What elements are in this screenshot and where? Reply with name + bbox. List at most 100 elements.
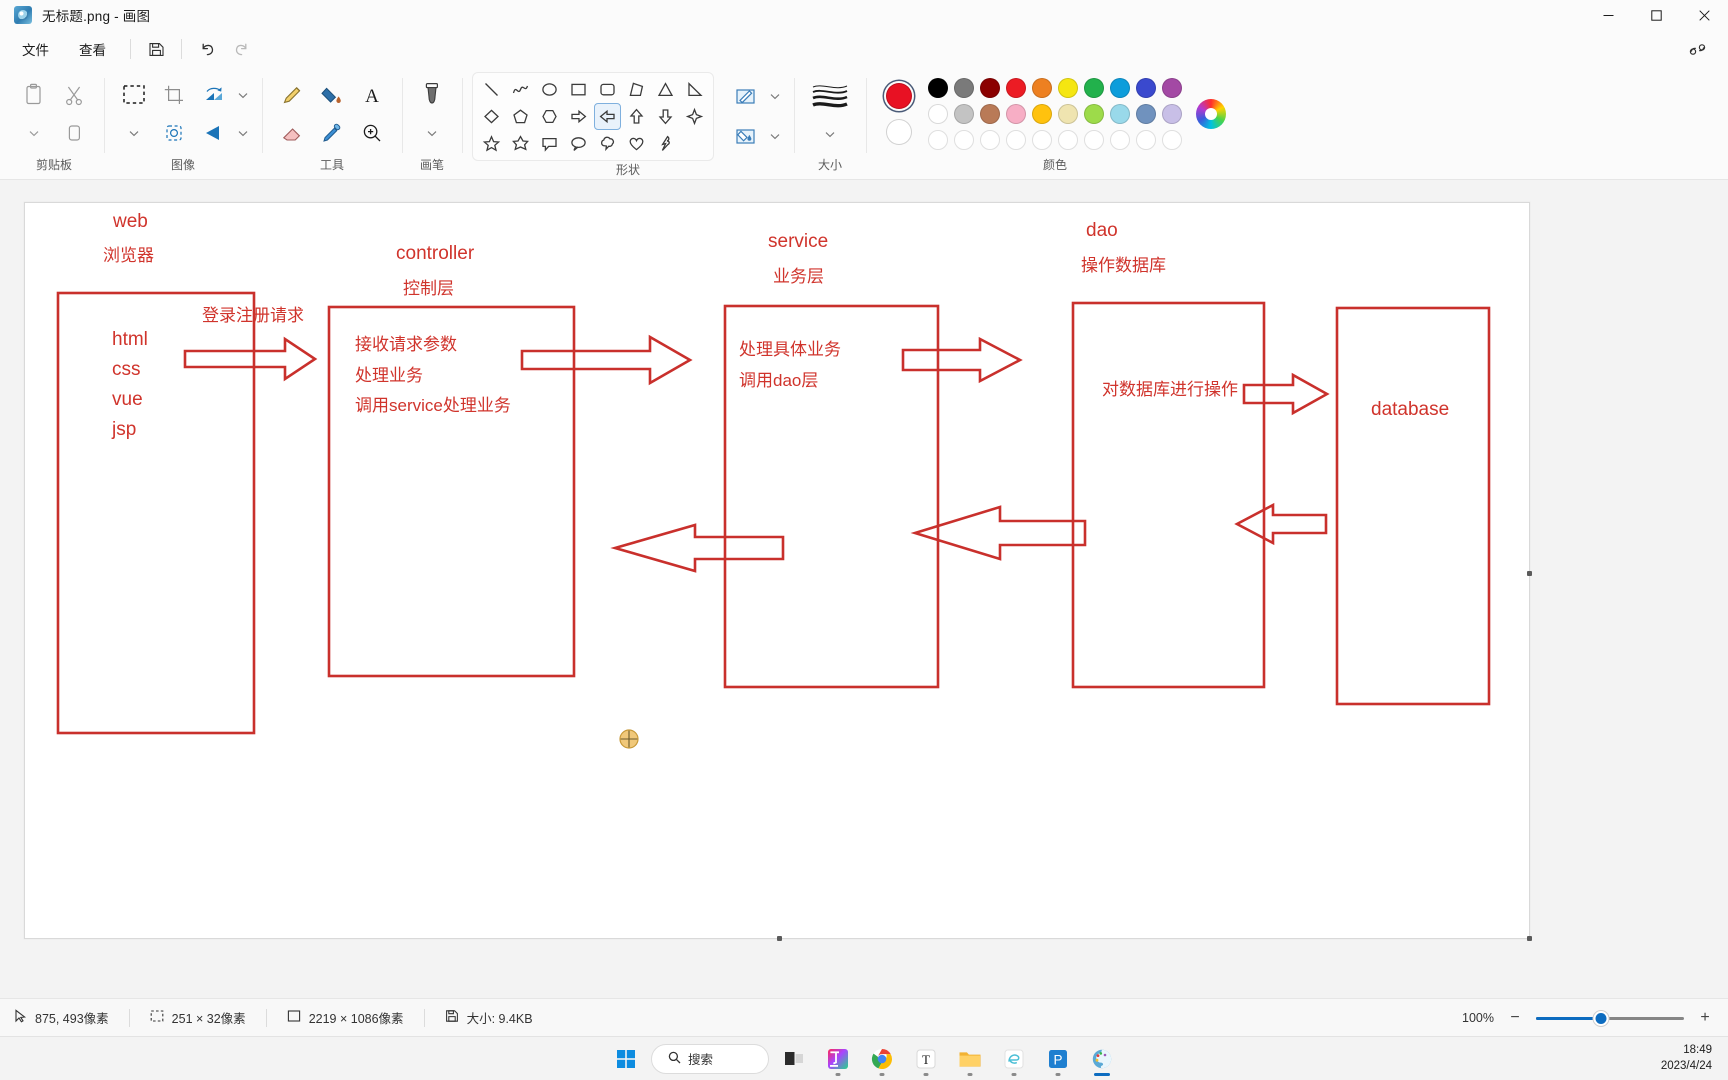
swatch-sky[interactable] [1110, 104, 1130, 124]
primary-color-swatch[interactable] [884, 81, 914, 111]
redo-icon[interactable] [224, 35, 258, 63]
shape-arrow-right[interactable] [565, 103, 592, 130]
secondary-color-swatch[interactable] [884, 117, 914, 147]
shape-pentagon[interactable] [507, 103, 534, 130]
swatch-dark-red[interactable] [980, 78, 1000, 98]
swatch-black[interactable] [928, 78, 948, 98]
save-icon[interactable] [139, 35, 173, 63]
maximize-button[interactable] [1632, 0, 1680, 30]
intellij-idea-icon[interactable] [819, 1040, 857, 1078]
shape-lightning[interactable] [652, 130, 679, 157]
resize-icon[interactable] [154, 114, 194, 152]
swatch-custom-10[interactable] [1162, 130, 1182, 150]
handle-corner[interactable] [1527, 936, 1532, 941]
swatch-custom-4[interactable] [1006, 130, 1026, 150]
typora-icon[interactable]: T [907, 1040, 945, 1078]
shape-six-point-star[interactable] [507, 130, 534, 157]
canvas-area[interactable]: web 浏览器 controller 控制层 service 业务层 dao 操… [0, 180, 1728, 998]
outline-dropdown-chevron[interactable] [766, 78, 784, 116]
cut-icon[interactable] [54, 76, 94, 114]
swatch-green[interactable] [1084, 78, 1104, 98]
file-explorer-icon[interactable] [951, 1040, 989, 1078]
swatch-custom-5[interactable] [1032, 130, 1052, 150]
fill-style-icon[interactable] [726, 118, 766, 156]
swatch-light-gray[interactable] [954, 104, 974, 124]
menu-file[interactable]: 文件 [8, 34, 63, 64]
minimize-button[interactable] [1584, 0, 1632, 30]
rotate-icon[interactable] [194, 76, 234, 114]
shape-oval-callout[interactable] [565, 130, 592, 157]
swatch-white[interactable] [928, 104, 948, 124]
swatch-lime[interactable] [1084, 104, 1104, 124]
swatch-steel-blue[interactable] [1136, 104, 1156, 124]
swatch-purple[interactable] [1162, 78, 1182, 98]
swatch-indigo[interactable] [1136, 78, 1156, 98]
swatch-yellow[interactable] [1058, 78, 1078, 98]
swatch-brown[interactable] [980, 104, 1000, 124]
size-dropdown-chevron[interactable] [821, 115, 839, 153]
fill-icon[interactable] [312, 76, 352, 114]
copilot-icon[interactable] [1680, 35, 1714, 63]
shape-curve[interactable] [507, 76, 534, 103]
windows-start-icon[interactable] [607, 1040, 645, 1078]
line-thickness-icon[interactable] [804, 75, 856, 115]
flip-dropdown-chevron[interactable] [234, 114, 252, 152]
rotate-dropdown-chevron[interactable] [234, 76, 252, 114]
menu-view[interactable]: 查看 [65, 34, 120, 64]
taskview-icon[interactable] [775, 1040, 813, 1078]
close-button[interactable] [1680, 0, 1728, 30]
swatch-cream[interactable] [1058, 104, 1078, 124]
shape-hexagon[interactable] [536, 103, 563, 130]
swatch-blue[interactable] [1110, 78, 1130, 98]
brush-dropdown-chevron[interactable] [423, 114, 441, 152]
shape-diamond[interactable] [478, 103, 505, 130]
swatch-gold[interactable] [1032, 104, 1052, 124]
swatch-custom-7[interactable] [1084, 130, 1104, 150]
fill-style-dropdown-chevron[interactable] [766, 118, 784, 156]
outline-icon[interactable] [726, 78, 766, 116]
paint-icon[interactable] [1083, 1040, 1121, 1078]
select-dropdown-chevron[interactable] [125, 114, 143, 152]
shape-arrow-down[interactable] [652, 103, 679, 130]
shape-polygon[interactable] [623, 76, 650, 103]
shape-line[interactable] [478, 76, 505, 103]
magnifier-icon[interactable] [352, 114, 392, 152]
swatch-custom-9[interactable] [1136, 130, 1156, 150]
copy-icon[interactable] [54, 114, 94, 152]
eyedropper-icon[interactable] [312, 114, 352, 152]
handle-bottom[interactable] [777, 936, 782, 941]
shape-right-triangle[interactable] [681, 76, 708, 103]
shape-rectangle[interactable] [565, 76, 592, 103]
swatch-custom-6[interactable] [1058, 130, 1078, 150]
zoom-slider-thumb[interactable] [1593, 1010, 1609, 1026]
shape-rounded-rectangle[interactable] [594, 76, 621, 103]
undo-icon[interactable] [190, 35, 224, 63]
powerpoint-icon[interactable]: P [1039, 1040, 1077, 1078]
swatch-custom-2[interactable] [954, 130, 974, 150]
zoom-in-button[interactable]: + [1696, 1009, 1714, 1027]
shape-arrow-left[interactable] [594, 103, 621, 130]
swatch-orange[interactable] [1032, 78, 1052, 98]
color-wheel-icon[interactable] [1196, 99, 1226, 129]
swatch-red[interactable] [1006, 78, 1026, 98]
swatch-lavender[interactable] [1162, 104, 1182, 124]
text-icon[interactable]: A [352, 76, 392, 114]
select-icon[interactable] [114, 76, 154, 114]
google-chrome-icon[interactable] [863, 1040, 901, 1078]
swatch-custom-3[interactable] [980, 130, 1000, 150]
handle-right[interactable] [1527, 570, 1532, 576]
shape-triangle[interactable] [652, 76, 679, 103]
swatch-gray[interactable] [954, 78, 974, 98]
paste-dropdown-chevron[interactable] [25, 114, 43, 152]
taskbar-clock[interactable]: 18:49 2023/4/24 [1661, 1037, 1712, 1080]
shape-arrow-up[interactable] [623, 103, 650, 130]
zoom-out-button[interactable]: − [1506, 1009, 1524, 1027]
zoom-slider[interactable] [1536, 1009, 1684, 1027]
taskbar-search[interactable]: 搜索 [651, 1043, 769, 1074]
swatch-pink[interactable] [1006, 104, 1026, 124]
crop-icon[interactable] [154, 76, 194, 114]
shape-oval[interactable] [536, 76, 563, 103]
swatch-custom-1[interactable] [928, 130, 948, 150]
shape-five-point-star[interactable] [478, 130, 505, 157]
shape-rounded-callout[interactable] [536, 130, 563, 157]
